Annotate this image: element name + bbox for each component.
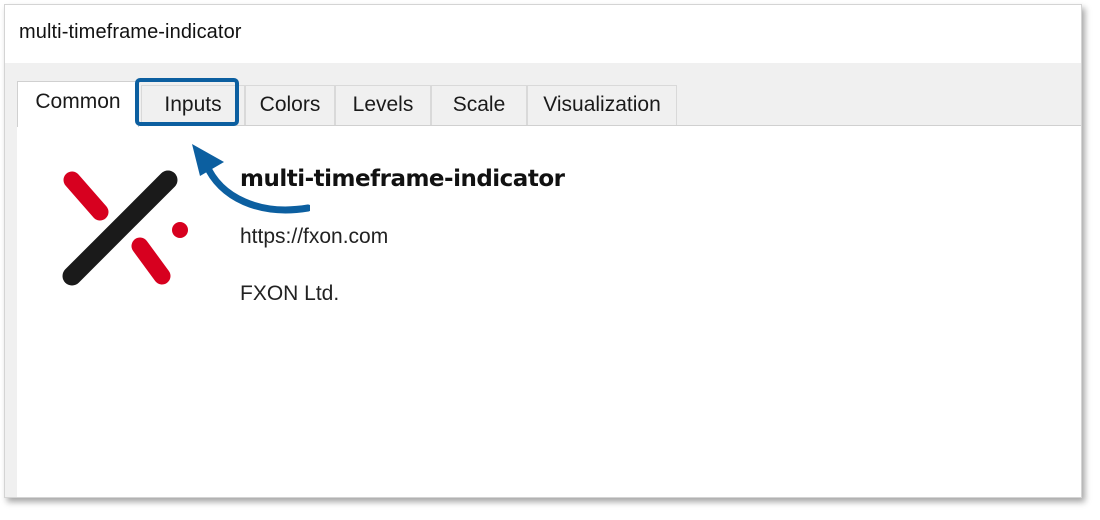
- tab-colors[interactable]: Colors: [245, 85, 335, 125]
- curved-arrow-icon: [192, 144, 310, 214]
- indicator-link[interactable]: https://fxon.com: [240, 225, 388, 249]
- title-bar: multi-timeframe-indicator: [5, 5, 1081, 63]
- inputs-tab-highlight: [135, 78, 239, 126]
- indicator-company: FXON Ltd.: [240, 282, 340, 305]
- tab-common[interactable]: Common: [17, 81, 139, 127]
- tab-visualization[interactable]: Visualization: [527, 85, 677, 125]
- fxon-logo-icon: [62, 170, 188, 286]
- window-title: multi-timeframe-indicator: [19, 21, 242, 43]
- tab-levels[interactable]: Levels: [335, 85, 431, 125]
- tab-scale[interactable]: Scale: [431, 85, 527, 125]
